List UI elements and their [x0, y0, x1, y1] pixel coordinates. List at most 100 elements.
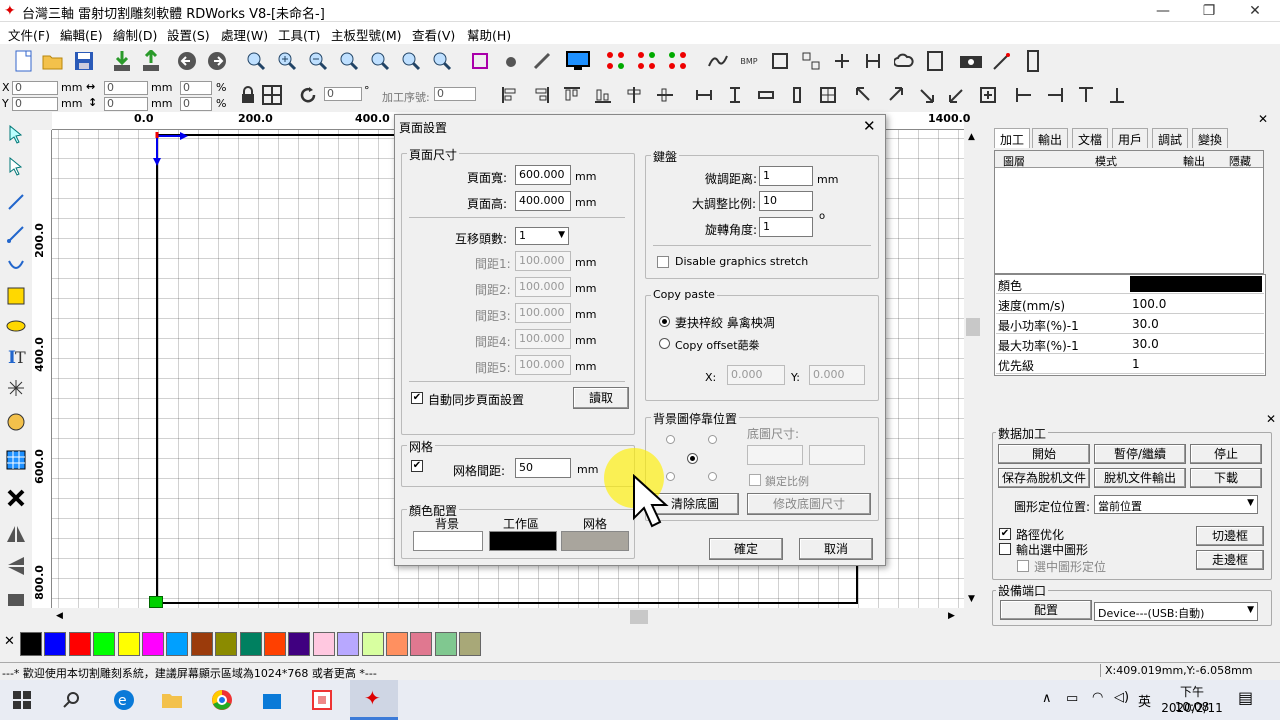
text-icon[interactable]: IT — [2, 342, 30, 370]
taskbar-date[interactable]: 2020/2/11 — [1158, 701, 1226, 715]
laser-pen-icon[interactable] — [988, 47, 1016, 75]
wifi-icon[interactable]: ◠ — [1092, 690, 1103, 705]
work-color-swatch[interactable] — [489, 531, 557, 551]
palette-swatch-2[interactable] — [68, 632, 91, 656]
ruler-icon[interactable] — [1019, 47, 1047, 75]
lock-ratio-checkbox[interactable] — [749, 474, 761, 486]
delete-x-icon[interactable] — [2, 484, 30, 512]
bg-pos-center-radio[interactable] — [687, 453, 698, 464]
menu-view[interactable]: 查看(V) — [412, 25, 455, 44]
windows-start-icon[interactable] — [8, 686, 36, 714]
monitor-icon[interactable] — [564, 47, 592, 75]
palette-swatch-18[interactable] — [459, 632, 482, 656]
spacing5-input[interactable]: 100.000 — [515, 355, 571, 375]
zoom-out-icon[interactable] — [304, 47, 332, 75]
battery-icon[interactable]: ▭ — [1066, 691, 1078, 706]
palette-swatch-1[interactable] — [44, 632, 67, 656]
search-icon[interactable] — [58, 686, 86, 714]
output-tool-icon[interactable] — [2, 586, 30, 614]
scale-y-input[interactable]: 0 — [180, 97, 212, 111]
dialog-close-icon[interactable]: ✕ — [863, 117, 876, 135]
download-button[interactable]: 下載 — [1190, 468, 1262, 488]
ratio-input[interactable]: 10 — [759, 191, 813, 211]
palette-swatch-7[interactable] — [190, 632, 213, 656]
process-order-input[interactable]: 0 — [434, 87, 476, 101]
param-min-power-value[interactable]: 30.0 — [1132, 317, 1159, 331]
horizontal-scroll-thumb[interactable] — [630, 610, 648, 624]
auto-sync-checkbox[interactable]: ✔ — [411, 392, 423, 404]
palette-swatch-16[interactable] — [410, 632, 433, 656]
palette-swatch-14[interactable] — [361, 632, 384, 656]
data-panel-close-icon[interactable]: ✕ — [1266, 412, 1276, 426]
minimize-icon[interactable]: — — [1140, 0, 1186, 22]
stop-button[interactable]: 停止 — [1190, 444, 1262, 464]
cloud-icon[interactable] — [890, 47, 918, 75]
palette-swatch-11[interactable] — [288, 632, 311, 656]
y-position-input[interactable]: 0 — [12, 97, 58, 111]
notification-icon[interactable]: ▤ — [1238, 688, 1253, 707]
palette-swatch-15[interactable] — [386, 632, 408, 656]
bg-pos-tr-radio[interactable] — [708, 435, 717, 444]
tab-document[interactable]: 文檔 — [1072, 128, 1109, 148]
ellipse-icon[interactable] — [2, 312, 30, 340]
copy-x-input[interactable]: 0.000 — [727, 365, 785, 385]
align-bottom-icon[interactable] — [589, 81, 617, 109]
menu-edit[interactable]: 編輯(E) — [60, 25, 103, 44]
same-size-icon[interactable] — [752, 81, 780, 109]
rotate-angle-input[interactable]: 0 — [324, 87, 362, 101]
curve-smooth-icon[interactable] — [704, 47, 732, 75]
zoom-in-icon[interactable] — [273, 47, 301, 75]
align-top-icon[interactable] — [558, 81, 586, 109]
new-file-icon[interactable] — [10, 47, 38, 75]
line-icon[interactable] — [2, 188, 30, 216]
node-edit-icon[interactable] — [497, 47, 525, 75]
distribute-left-icon[interactable] — [1010, 81, 1038, 109]
page-width-input[interactable]: 600.000 — [515, 165, 571, 185]
node-arrow-icon[interactable] — [2, 152, 30, 180]
office-app-icon[interactable] — [308, 686, 336, 714]
zoom-window-icon[interactable] — [335, 47, 363, 75]
offset-icon[interactable] — [859, 47, 887, 75]
scroll-left-icon[interactable]: ◀ — [56, 611, 63, 621]
grid-color-swatch[interactable] — [561, 531, 629, 551]
grid-array-icon[interactable] — [2, 446, 30, 474]
align-vcenter-icon[interactable] — [651, 81, 679, 109]
polyline-icon[interactable] — [2, 220, 30, 248]
volume-icon[interactable]: ◁) — [1114, 690, 1129, 705]
import-icon[interactable] — [108, 47, 136, 75]
config-button[interactable]: 配置 — [1000, 600, 1092, 620]
width-input[interactable]: 0 — [104, 81, 148, 95]
distribute-top-icon[interactable] — [1072, 81, 1100, 109]
rectangle-icon[interactable] — [2, 282, 30, 310]
knife-tool-icon[interactable] — [528, 47, 556, 75]
save-icon[interactable] — [70, 47, 98, 75]
palette-swatch-0[interactable] — [20, 632, 42, 656]
tab-debug[interactable]: 調試 — [1152, 128, 1189, 148]
menu-draw[interactable]: 繪制(D) — [113, 25, 157, 44]
heads-select[interactable]: 1 ▼ — [515, 227, 569, 245]
vertical-scrollbar[interactable]: ▲ ▼ — [964, 130, 982, 608]
close-curve-icon[interactable] — [766, 47, 794, 75]
menu-settings[interactable]: 設置(S) — [167, 25, 210, 44]
bg-pos-br-radio[interactable] — [708, 472, 717, 481]
same-size-v-icon[interactable] — [783, 81, 811, 109]
palette-swatch-3[interactable] — [93, 632, 116, 656]
close-window-icon[interactable]: ✕ — [1232, 0, 1278, 22]
redo-icon[interactable] — [203, 47, 231, 75]
zoom-select-icon[interactable] — [397, 47, 425, 75]
menu-process[interactable]: 處理(W) — [221, 25, 268, 44]
chrome-icon[interactable] — [208, 686, 236, 714]
tab-output[interactable]: 輸出 — [1032, 128, 1069, 148]
align-right-icon[interactable] — [527, 81, 555, 109]
spacing1-input[interactable]: 100.000 — [515, 251, 571, 271]
distribute-right-icon[interactable] — [1041, 81, 1069, 109]
store-icon[interactable] — [258, 686, 286, 714]
corner-bl-icon[interactable] — [943, 81, 971, 109]
selected-position-checkbox[interactable] — [1017, 560, 1029, 572]
scroll-up-icon[interactable]: ▲ — [968, 132, 975, 142]
palette-swatch-8[interactable] — [215, 632, 238, 656]
horizontal-scrollbar[interactable]: ◀ ▶ — [52, 608, 964, 626]
param-speed-value[interactable]: 100.0 — [1132, 297, 1166, 311]
cut-frame-button[interactable]: 切邊框 — [1196, 526, 1264, 546]
palette-swatch-12[interactable] — [312, 632, 335, 656]
